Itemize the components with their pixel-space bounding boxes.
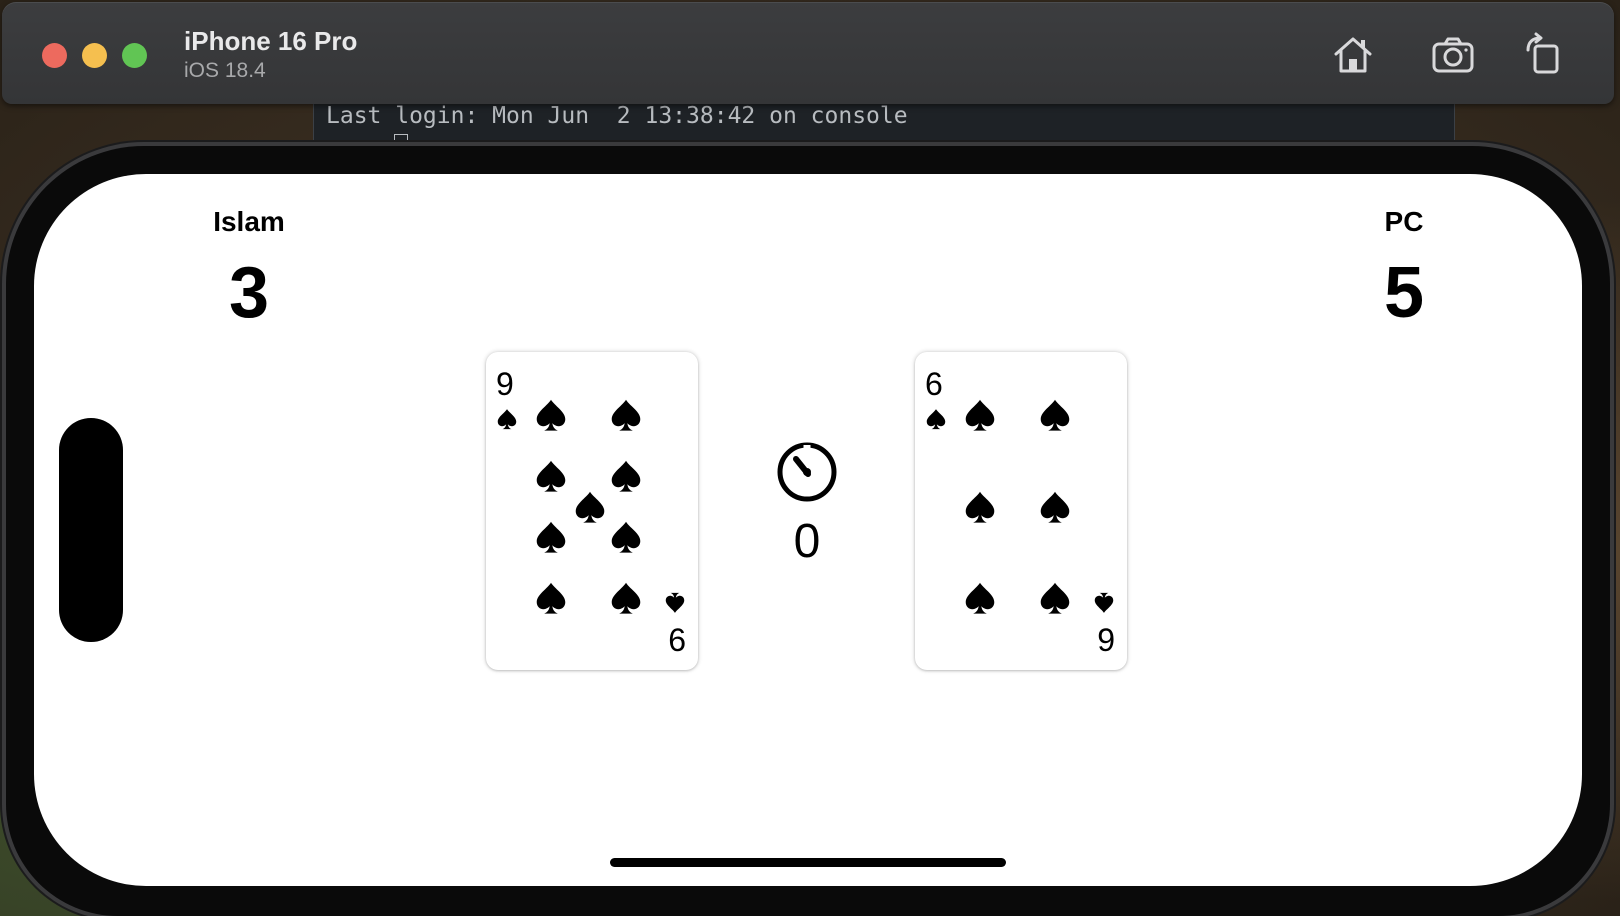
player-card[interactable]: 9 6 bbox=[486, 352, 698, 670]
os-version: iOS 18.4 bbox=[184, 59, 266, 82]
spade-icon bbox=[963, 398, 997, 432]
spade-icon bbox=[664, 592, 686, 614]
timer-icon bbox=[777, 442, 837, 502]
timer-value: 0 bbox=[793, 515, 821, 568]
card-rank-top: 9 bbox=[496, 366, 514, 402]
spade-icon bbox=[963, 581, 997, 615]
rotate-icon[interactable] bbox=[1520, 32, 1566, 78]
card-rank-top: 6 bbox=[925, 366, 943, 402]
terminal-login-text: Last login: Mon Jun 2 13:38:42 on consol… bbox=[326, 103, 908, 129]
minimize-window-button[interactable] bbox=[82, 43, 107, 68]
spade-icon bbox=[1093, 592, 1115, 614]
spade-icon bbox=[534, 398, 568, 432]
spade-icon bbox=[1038, 398, 1072, 432]
zoom-window-button[interactable] bbox=[122, 43, 147, 68]
spade-icon bbox=[1038, 490, 1072, 524]
spade-icon bbox=[609, 398, 643, 432]
card-rank-bottom: 6 bbox=[668, 622, 686, 658]
spade-icon bbox=[534, 581, 568, 615]
spade-icon bbox=[609, 520, 643, 554]
opponent-score: 5 bbox=[1383, 253, 1425, 333]
screenshot-camera-icon[interactable] bbox=[1430, 32, 1476, 78]
spade-icon bbox=[534, 459, 568, 493]
device-name: iPhone 16 Pro bbox=[184, 26, 358, 56]
simulator-titlebar: iPhone 16 Pro iOS 18.4 bbox=[2, 2, 1614, 104]
app-screen: Islam 3 PC 5 9 6 0 6 9 bbox=[34, 174, 1582, 886]
iphone-frame: Islam 3 PC 5 9 6 0 6 9 bbox=[6, 146, 1610, 916]
spade-icon bbox=[925, 408, 947, 430]
spade-icon bbox=[609, 459, 643, 493]
spade-icon bbox=[963, 490, 997, 524]
dynamic-island bbox=[59, 418, 123, 642]
player-score: 3 bbox=[228, 253, 270, 333]
card-rank-bottom: 9 bbox=[1097, 622, 1115, 658]
spade-icon bbox=[496, 408, 518, 430]
spade-icon bbox=[1038, 581, 1072, 615]
home-icon[interactable] bbox=[1330, 32, 1376, 78]
spade-icon bbox=[609, 581, 643, 615]
spade-icon bbox=[573, 490, 607, 524]
opponent-card[interactable]: 6 9 bbox=[915, 352, 1127, 670]
opponent-name: PC bbox=[1384, 206, 1424, 237]
home-indicator[interactable] bbox=[610, 858, 1006, 867]
player-name: Islam bbox=[213, 206, 285, 237]
close-window-button[interactable] bbox=[42, 43, 67, 68]
spade-icon bbox=[534, 520, 568, 554]
